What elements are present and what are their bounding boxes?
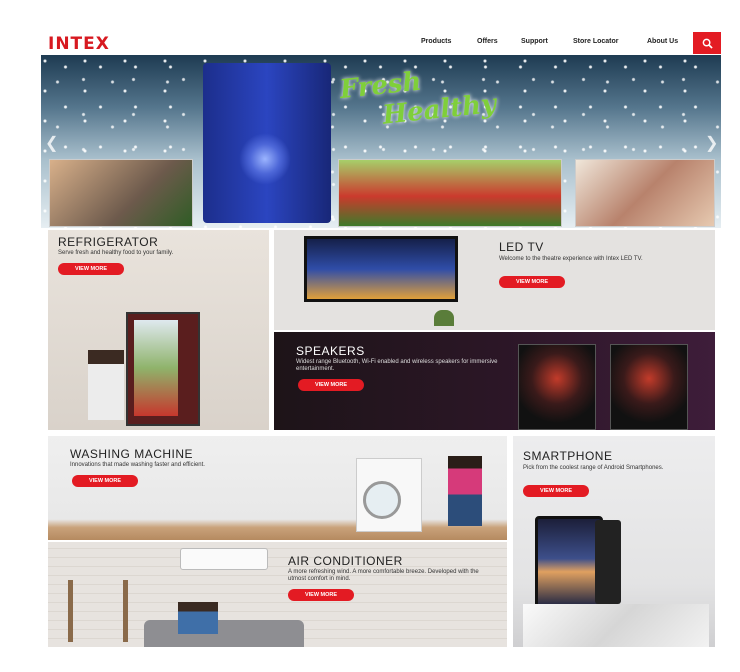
marble-stand bbox=[523, 604, 709, 647]
hero-thumb-kitchen-family bbox=[575, 159, 715, 227]
plant-decor bbox=[434, 310, 454, 326]
washing-machine-title: WASHING MACHINE bbox=[70, 447, 194, 461]
nav-support[interactable]: Support bbox=[521, 38, 548, 45]
hero-refrigerator-image bbox=[203, 63, 331, 223]
woman-figure-laundry bbox=[448, 456, 482, 526]
nav-about-us[interactable]: About Us bbox=[647, 38, 678, 45]
washing-machine-view-more-button[interactable]: VIEW MORE bbox=[72, 475, 138, 487]
tile-led-tv[interactable]: LED TV Welcome to the theatre experience… bbox=[274, 230, 715, 330]
smartphone-back-image bbox=[595, 520, 621, 604]
tile-speakers[interactable]: SPEAKERS Widest range Bluetooth, Wi-Fi e… bbox=[274, 332, 715, 430]
smartphone-front-image bbox=[535, 516, 603, 610]
sofa-image bbox=[144, 620, 304, 647]
tv-image bbox=[304, 236, 458, 302]
intex-logo[interactable]: INTEX bbox=[48, 34, 110, 54]
nav-offers[interactable]: Offers bbox=[477, 38, 498, 45]
air-conditioner-view-more-button[interactable]: VIEW MORE bbox=[288, 589, 354, 601]
tile-refrigerator[interactable]: REFRIGERATOR Serve fresh and healthy foo… bbox=[48, 230, 269, 430]
speaker-right-image bbox=[610, 344, 688, 430]
shelf-decor bbox=[68, 580, 128, 642]
tile-washing-machine[interactable]: WASHING MACHINE Innovations that made wa… bbox=[48, 436, 507, 540]
led-tv-desc: Welcome to the theatre experience with I… bbox=[499, 256, 643, 262]
tile-smartphone[interactable]: SMARTPHONE Pick from the coolest range o… bbox=[513, 436, 715, 647]
led-tv-view-more-button[interactable]: VIEW MORE bbox=[499, 276, 565, 288]
search-button[interactable] bbox=[693, 32, 721, 54]
washing-machine-image bbox=[356, 458, 422, 532]
search-icon bbox=[702, 38, 713, 49]
smartphone-desc: Pick from the coolest range of Android S… bbox=[523, 465, 664, 471]
speaker-left-image bbox=[518, 344, 596, 430]
washer-drum bbox=[363, 481, 401, 519]
speakers-desc: Widest range Bluetooth, Wi-Fi enabled an… bbox=[296, 359, 498, 372]
speakers-title: SPEAKERS bbox=[296, 344, 365, 358]
fridge-interior bbox=[134, 320, 178, 416]
hero-banner[interactable]: Fresh Healthy ❮ ❯ bbox=[41, 55, 721, 228]
refrigerator-image bbox=[126, 312, 200, 426]
tile-air-conditioner[interactable]: AIR CONDITIONER A more refreshing wind. … bbox=[48, 542, 507, 647]
fridge-flower-graphic bbox=[239, 133, 291, 185]
woman-figure-sofa bbox=[178, 602, 218, 634]
hero-thumb-woman-vegetables bbox=[49, 159, 193, 227]
led-tv-title: LED TV bbox=[499, 240, 544, 254]
washing-machine-desc: Innovations that made washing faster and… bbox=[70, 462, 205, 468]
nav-store-locator[interactable]: Store Locator bbox=[573, 38, 619, 45]
chevron-right-icon[interactable]: ❯ bbox=[705, 133, 718, 153]
refrigerator-title: REFRIGERATOR bbox=[58, 235, 159, 249]
refrigerator-view-more-button[interactable]: VIEW MORE bbox=[58, 263, 124, 275]
ac-unit-image bbox=[180, 548, 268, 570]
smartphone-view-more-button[interactable]: VIEW MORE bbox=[523, 485, 589, 497]
woman-figure bbox=[88, 350, 124, 420]
air-conditioner-title: AIR CONDITIONER bbox=[288, 554, 403, 568]
refrigerator-desc: Serve fresh and healthy food to your fam… bbox=[58, 250, 174, 256]
hero-thumb-vegetables bbox=[338, 159, 562, 227]
air-conditioner-desc: A more refreshing wind. A more comfortab… bbox=[288, 569, 479, 582]
chevron-left-icon[interactable]: ❮ bbox=[45, 133, 58, 153]
smartphone-title: SMARTPHONE bbox=[523, 449, 613, 463]
nav-products[interactable]: Products bbox=[421, 38, 451, 45]
speakers-view-more-button[interactable]: VIEW MORE bbox=[298, 379, 364, 391]
